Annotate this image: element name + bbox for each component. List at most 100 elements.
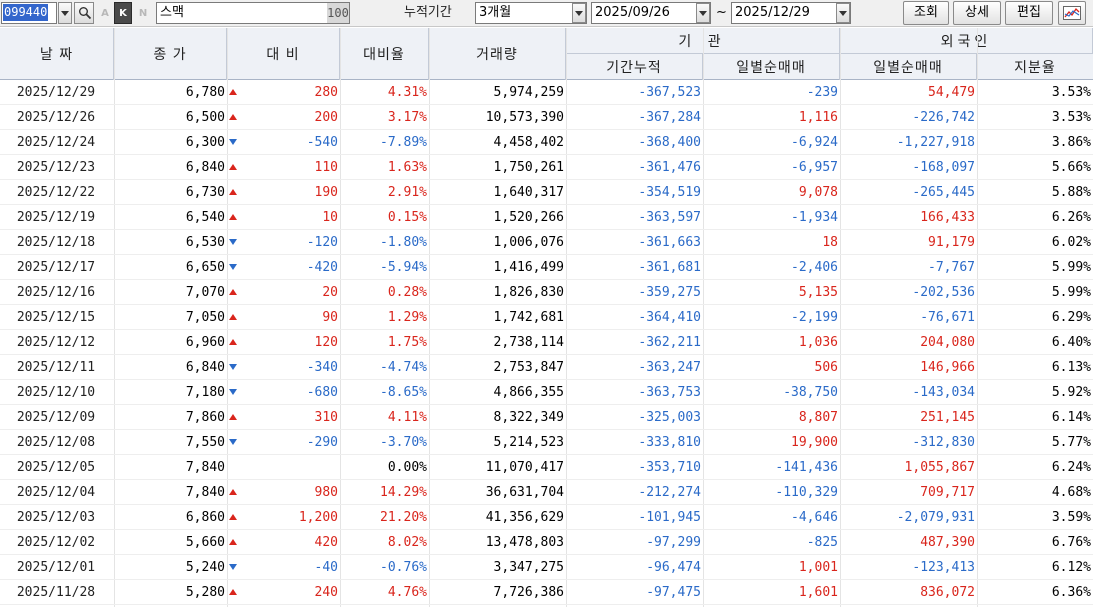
cell-diff: 120 [314,335,338,350]
cell-rate: -8.65% [380,385,427,400]
table-row[interactable]: 2025/12/12 6,960 120 1.75% 2,738,114 -362,211… [0,330,1093,355]
table-row[interactable]: 2025/12/19 6,540 10 0.15% 1,520,266 -363,597 -… [0,205,1093,230]
table-row[interactable]: 2025/12/17 6,650 -420 -5.94% 1,416,499 -361,6… [0,255,1093,280]
date-from-calendar-icon[interactable] [696,3,710,23]
header-institution-cumulative[interactable]: 기간누적 [566,54,703,80]
table-row[interactable]: 2025/12/23 6,840 110 1.63% 1,750,261 -361,476… [0,155,1093,180]
cell-foreign-daily-net: 91,179 [928,235,975,250]
chart-button[interactable] [1058,1,1086,25]
cell-close: 7,050 [185,310,225,325]
table-row[interactable]: 2025/12/02 5,660 420 8.02% 13,478,803 -97,299… [0,530,1093,555]
header-volume[interactable]: 거래량 [429,28,566,80]
cell-foreign-ownership: 3.53% [1051,85,1091,100]
table-row[interactable]: 2025/12/10 7,180 -680 -8.65% 4,866,355 -363,7… [0,380,1093,405]
date-to-calendar-icon[interactable] [836,3,850,23]
header-foreign-daily-net[interactable]: 일별순매매 [840,54,977,80]
cell-institution-cumulative: -363,753 [638,385,701,400]
header-date[interactable]: 날 짜 [0,28,114,80]
cell-volume: 8,322,349 [493,410,564,425]
cell-close: 6,860 [185,510,225,525]
table-row[interactable]: 2025/12/08 7,550 -290 -3.70% 5,214,523 -333,8… [0,430,1093,455]
cell-diff: -680 [306,385,338,400]
cell-volume: 36,631,704 [485,485,564,500]
stock-code-dropdown-button[interactable] [58,2,72,24]
up-triangle-icon [229,414,237,420]
cell-volume: 1,750,261 [493,160,564,175]
cell-date: 2025/12/10 [16,385,96,400]
cell-institution-cumulative: -359,275 [638,285,701,300]
cell-diff [227,455,340,480]
cell-rate: -7.89% [380,135,427,150]
query-button[interactable]: 조회 [903,1,949,25]
header-diff[interactable]: 대 비 [227,28,340,80]
down-triangle-icon [229,364,237,370]
market-n-toggle[interactable]: N [134,2,152,24]
stock-code-input[interactable]: 099440 [1,2,57,24]
table-row[interactable]: 2025/12/11 6,840 -340 -4.74% 2,753,847 -363,2… [0,355,1093,380]
table-row[interactable]: 2025/12/05 7,840 0.00% 11,070,417 -353,710 -1… [0,455,1093,480]
date-from-field[interactable]: 2025/09/26 [591,2,711,24]
stock-search-button[interactable] [74,2,94,24]
table-row[interactable]: 2025/12/03 6,860 1,200 21.20% 41,356,629 -101… [0,505,1093,530]
market-k-toggle[interactable]: K [114,2,132,24]
down-triangle-icon [229,439,237,445]
cell-foreign-daily-net: 487,390 [920,535,975,550]
header-institution-daily-net[interactable]: 일별순매매 [703,54,840,80]
period-dropdown-icon[interactable] [572,3,586,23]
stock-name-field[interactable]: 스맥 100 [156,2,350,24]
cell-rate: -0.76% [380,560,427,575]
up-triangle-icon [229,514,237,520]
cell-close: 7,840 [185,460,225,475]
cell-institution-cumulative: -333,810 [638,435,701,450]
up-triangle-icon [229,314,237,320]
cell-diff: 10 [322,210,338,225]
header-rate[interactable]: 대비율 [340,28,429,80]
table-row[interactable]: 2025/12/04 7,840 980 14.29% 36,631,704 -212,2… [0,480,1093,505]
up-triangle-icon [229,589,237,595]
cell-institution-cumulative: -96,474 [646,560,701,575]
up-triangle-icon [229,89,237,95]
cell-volume: 1,826,830 [493,285,564,300]
cell-close: 7,180 [185,385,225,400]
market-a-toggle[interactable]: A [96,2,114,24]
cell-foreign-ownership: 6.24% [1051,460,1091,475]
cell-diff: 200 [314,110,338,125]
table-row[interactable]: 2025/12/26 6,500 200 3.17% 10,573,390 -367,28… [0,105,1093,130]
edit-button[interactable]: 편집 [1005,1,1053,25]
up-triangle-icon [229,164,237,170]
table-row[interactable]: 2025/12/29 6,780 280 4.31% 5,974,259 -367,523… [0,80,1093,105]
cell-volume: 2,738,114 [493,335,564,350]
cell-institution-cumulative: -368,400 [638,135,701,150]
date-to-field[interactable]: 2025/12/29 [731,2,851,24]
cell-close: 7,860 [185,410,225,425]
up-triangle-icon [229,339,237,345]
header-close[interactable]: 종 가 [114,28,227,80]
cell-foreign-daily-net: -7,767 [928,260,975,275]
cell-date: 2025/12/16 [16,285,96,300]
cell-close: 7,840 [185,485,225,500]
table-row[interactable]: 2025/12/24 6,300 -540 -7.89% 4,458,402 -368,4… [0,130,1093,155]
cell-foreign-daily-net: -123,413 [912,560,975,575]
toolbar: 099440 A K N 스맥 100 누적기간 3개월 2025/09/26 … [0,0,1093,27]
detail-button[interactable]: 상세 [953,1,1001,25]
table-row[interactable]: 2025/12/09 7,860 310 4.11% 8,322,349 -325,003… [0,405,1093,430]
table-row[interactable]: 2025/12/01 5,240 -40 -0.76% 3,347,275 -96,474… [0,555,1093,580]
date-range-separator: ~ [716,5,727,20]
table-row[interactable]: 2025/12/18 6,530 -120 -1.80% 1,006,076 -361,6… [0,230,1093,255]
cell-institution-cumulative: -212,274 [638,485,701,500]
cell-rate: 21.20% [380,510,427,525]
table-row[interactable]: 2025/12/15 7,050 90 1.29% 1,742,681 -364,410 -… [0,305,1093,330]
table-header: 날 짜 종 가 대 비 대비율 거래량 기 관 기간누적 일별순매매 외국인 일… [0,28,1093,80]
period-select[interactable]: 3개월 [475,2,587,24]
cell-close: 6,960 [185,335,225,350]
table-row[interactable]: 2025/12/22 6,730 190 2.91% 1,640,317 -354,519… [0,180,1093,205]
cell-diff: 980 [314,485,338,500]
cell-date: 2025/12/01 [16,560,96,575]
cell-rate: -5.94% [380,260,427,275]
cell-institution-daily-net: -4,646 [791,510,838,525]
table-row[interactable]: 2025/11/28 5,280 240 4.76% 7,726,386 -97,475 1… [0,580,1093,605]
cell-foreign-daily-net: 709,717 [920,485,975,500]
header-foreign-ownership[interactable]: 지분율 [977,54,1093,80]
table-row[interactable]: 2025/12/16 7,070 20 0.28% 1,826,830 -359,275 5… [0,280,1093,305]
cell-close: 6,840 [185,360,225,375]
